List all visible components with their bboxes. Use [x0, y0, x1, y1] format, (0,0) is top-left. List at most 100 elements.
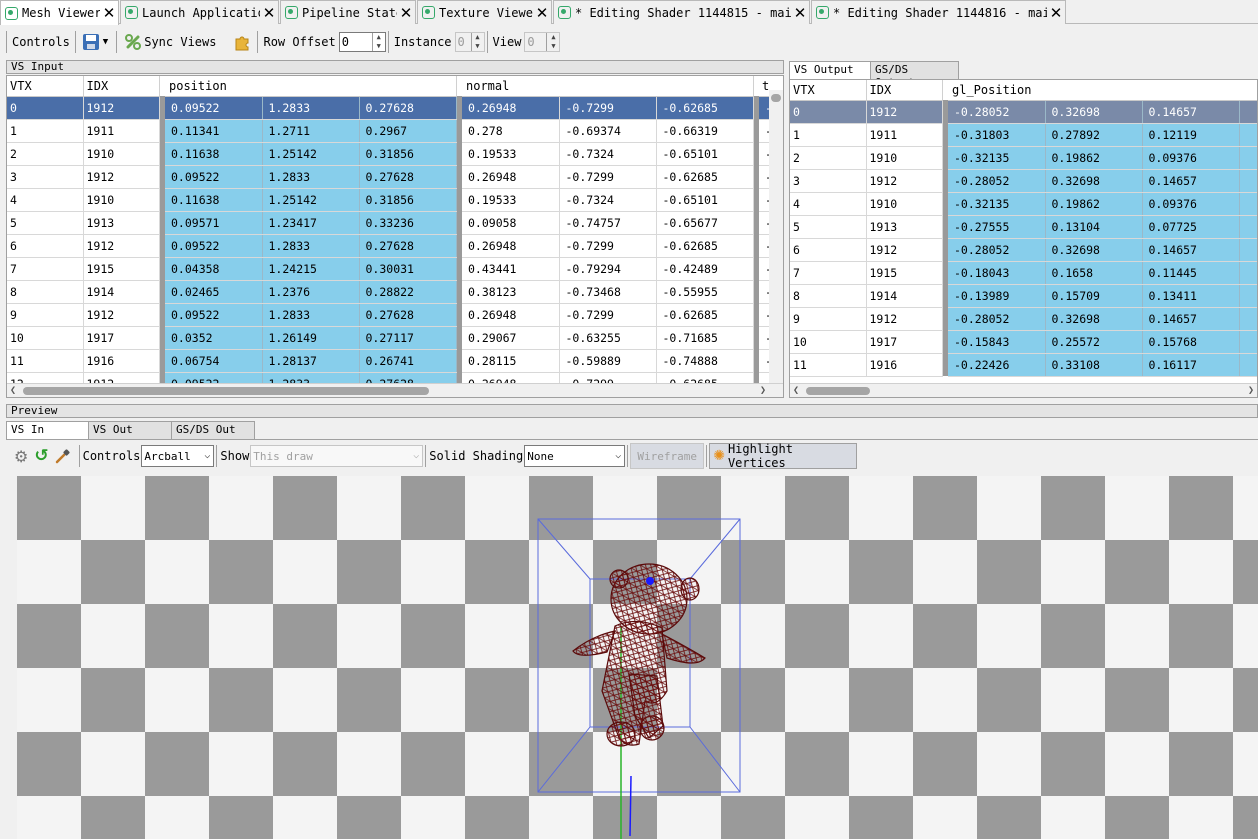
position-cell: 0.33236	[359, 211, 457, 235]
scroll-right-icon[interactable]: ❯	[757, 384, 769, 397]
column-header-position[interactable]: position	[165, 76, 457, 97]
normal-cell: -0.71685	[656, 326, 754, 350]
normal-cell: 0.26948	[462, 165, 560, 189]
table-row[interactable]: 3 1912 -0.28052 0.32698 0.14657	[790, 169, 1257, 193]
tab-editing-shader-1144816[interactable]: * Editing Shader 1144816 - main.g… ✕	[811, 0, 1066, 24]
idx-cell: 1916	[83, 349, 160, 373]
toolbar-separator	[486, 31, 488, 53]
column-header-normal[interactable]: normal	[462, 76, 754, 97]
save-icon[interactable]	[82, 33, 100, 51]
tab-vs-in[interactable]: VS In	[6, 421, 89, 439]
scroll-left-icon[interactable]: ❮	[790, 384, 802, 397]
table-row[interactable]: 1 1911 -0.31803 0.27892 0.12119	[790, 123, 1257, 147]
table-row[interactable]: 2 1910 -0.32135 0.19862 0.09376	[790, 146, 1257, 170]
wireframe-button[interactable]: Wireframe	[630, 443, 705, 469]
table-row[interactable]: 9 1912 -0.28052 0.32698 0.14657	[790, 307, 1257, 331]
table-row[interactable]: 7 1915 -0.18043 0.1658 0.11445	[790, 261, 1257, 285]
close-icon[interactable]: ✕	[533, 4, 551, 22]
vertical-scrollbar[interactable]	[769, 90, 783, 385]
position-cell: 0.09522	[165, 96, 263, 120]
table-row[interactable]: 10 1917 0.0352 1.26149 0.27117 0.29067 -0.6325…	[7, 326, 783, 350]
table-row[interactable]: 4 1910 0.11638 1.25142 0.31856 0.19533 -0.7324…	[7, 188, 783, 212]
column-header-vtx[interactable]: VTX	[790, 80, 867, 101]
close-icon[interactable]: ✕	[791, 4, 809, 22]
picker-icon[interactable]	[55, 448, 71, 464]
tab-vs-out[interactable]: VS Out	[88, 421, 172, 439]
renderdoc-tab-icon	[422, 6, 435, 19]
vtx-cell: 3	[7, 165, 84, 189]
normal-cell: 0.26948	[462, 303, 560, 327]
tab-gsds-output[interactable]: GS/DS Output	[870, 61, 959, 89]
highlight-vertices-button[interactable]: ✺ Highlight Vertices	[709, 442, 858, 470]
table-row[interactable]: 0 1912 -0.28052 0.32698 0.14657	[790, 100, 1257, 124]
close-icon[interactable]: ✕	[100, 4, 118, 22]
spin-arrows-icon[interactable]: ▲ ▼	[371, 33, 385, 51]
column-header-vtx[interactable]: VTX	[7, 76, 84, 97]
table-row[interactable]: 2 1910 0.11638 1.25142 0.31856 0.19533 -0.7324…	[7, 142, 783, 166]
close-icon[interactable]: ✕	[260, 4, 278, 22]
close-icon[interactable]: ✕	[1047, 4, 1065, 22]
show-label: Show	[220, 449, 250, 463]
column-header-idx[interactable]: IDX	[83, 76, 160, 97]
table-row[interactable]: 3 1912 0.09522 1.2833 0.27628 0.26948 -0.7299-…	[7, 165, 783, 189]
table-row[interactable]: 7 1915 0.04358 1.24215 0.30031 0.43441 -0.7929…	[7, 257, 783, 281]
table-row[interactable]: 6 1912 -0.28052 0.32698 0.14657	[790, 238, 1257, 262]
table-row[interactable]: 8 1914 0.02465 1.2376 0.28822 0.38123 -0.73468…	[7, 280, 783, 304]
reset-camera-icon[interactable]: ↺	[34, 446, 48, 466]
horizontal-scrollbar[interactable]: ❮ ❯	[7, 383, 783, 397]
table-row[interactable]: 5 1913 -0.27555 0.13104 0.07725	[790, 215, 1257, 239]
spin-arrows-icon[interactable]: ▲ ▼	[546, 33, 559, 51]
column-header-gl-position[interactable]: gl_Position	[948, 80, 1257, 101]
idx-cell: 1916	[866, 353, 943, 377]
tab-mesh-viewer[interactable]: Mesh Viewer ✕	[0, 0, 119, 25]
position-cell: 0.31856	[359, 188, 457, 212]
scroll-thumb[interactable]	[771, 94, 781, 102]
scroll-right-icon[interactable]: ❯	[1245, 384, 1257, 397]
tab-vs-output[interactable]: VS Output	[789, 61, 871, 79]
tab-pipeline-state[interactable]: Pipeline State ✕	[280, 0, 416, 24]
table-row[interactable]: 4 1910 -0.32135 0.19862 0.09376	[790, 192, 1257, 216]
gl-position-cell	[1239, 330, 1257, 354]
position-cell: 1.23417	[262, 211, 360, 235]
vtx-cell: 9	[7, 303, 84, 327]
normal-cell: -0.65101	[656, 142, 754, 166]
horizontal-scrollbar[interactable]: ❮ ❯	[790, 383, 1257, 397]
toolbar-separator	[6, 31, 7, 53]
table-row[interactable]: 6 1912 0.09522 1.2833 0.27628 0.26948 -0.7299-…	[7, 234, 783, 258]
gl-position-cell	[1239, 261, 1257, 285]
table-row[interactable]: 10 1917 -0.15843 0.25572 0.15768	[790, 330, 1257, 354]
puzzle-icon[interactable]	[233, 33, 251, 51]
table-row[interactable]: 8 1914 -0.13989 0.15709 0.13411	[790, 284, 1257, 308]
table-row[interactable]: 11 1916 -0.22426 0.33108 0.16117	[790, 353, 1257, 377]
gear-icon[interactable]: ⚙	[14, 447, 28, 466]
table-row[interactable]: 5 1913 0.09571 1.23417 0.33236 0.09058 -0.7475…	[7, 211, 783, 235]
chevron-down-icon[interactable]: ▼	[103, 37, 108, 47]
tab-gsds-out[interactable]: GS/DS Out	[171, 421, 255, 439]
position-cell: 0.0352	[165, 326, 263, 350]
table-row[interactable]: 11 1916 0.06754 1.28137 0.26741 0.28115 -0.598…	[7, 349, 783, 373]
controls-select[interactable]: Arcball ⌵	[141, 445, 215, 467]
scroll-thumb[interactable]	[806, 387, 870, 395]
scroll-thumb[interactable]	[23, 387, 429, 395]
z-axis-line	[629, 775, 632, 837]
normal-cell: 0.26948	[462, 234, 560, 258]
table-row[interactable]: 9 1912 0.09522 1.2833 0.27628 0.26948 -0.7299-…	[7, 303, 783, 327]
table-row[interactable]: 0 1912 0.09522 1.2833 0.27628 0.26948 -0.7299-…	[7, 96, 783, 120]
tab-editing-shader-1144815[interactable]: * Editing Shader 1144815 - main.g… ✕	[553, 0, 810, 24]
spin-arrows-icon[interactable]: ▲ ▼	[470, 33, 484, 51]
tab-launch-application[interactable]: Launch Application ✕	[120, 0, 279, 24]
scroll-left-icon[interactable]: ❮	[7, 384, 19, 397]
view-spinbox[interactable]: 0 ▲ ▼	[524, 32, 561, 52]
solid-shading-select[interactable]: None ⌵	[524, 445, 626, 467]
tab-texture-viewer[interactable]: Texture Viewer ✕	[417, 0, 552, 24]
column-header-idx[interactable]: IDX	[866, 80, 943, 101]
show-select[interactable]: This draw ⌵	[250, 445, 424, 467]
position-cell: 0.2967	[359, 119, 457, 143]
table-row[interactable]: 1 1911 0.11341 1.2711 0.2967 0.278 -0.69374 -0.…	[7, 119, 783, 143]
sync-views-button[interactable]: Sync Views	[125, 34, 219, 50]
close-icon[interactable]: ✕	[397, 4, 415, 22]
preview-3d-viewport[interactable]	[17, 476, 1258, 839]
gl-position-cell: 0.19862	[1045, 192, 1143, 216]
instance-spinbox[interactable]: 0 ▲ ▼	[454, 32, 485, 52]
row-offset-spinbox[interactable]: 0 ▲ ▼	[338, 32, 386, 52]
